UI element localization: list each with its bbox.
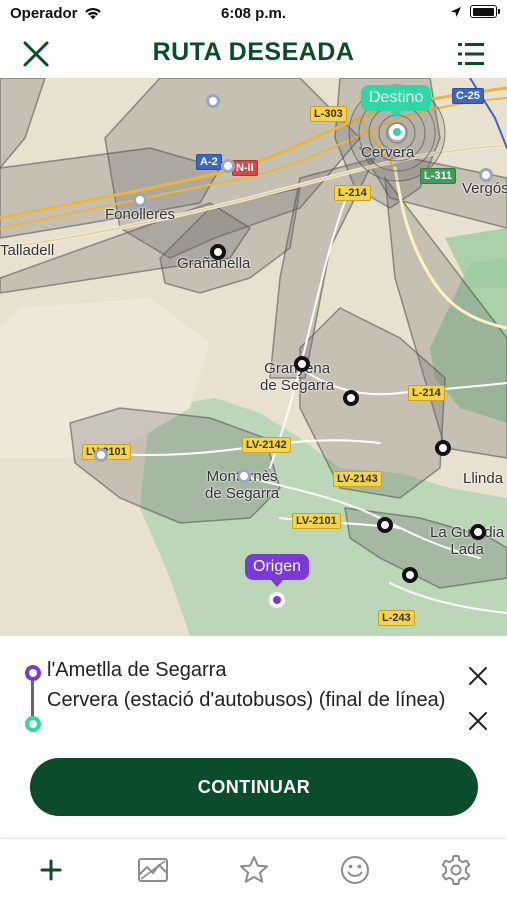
place-dot	[221, 159, 235, 173]
location-arrow-icon	[451, 6, 461, 17]
bus-stop-marker[interactable]	[435, 440, 451, 456]
battery-icon	[470, 5, 500, 18]
star-icon[interactable]	[237, 853, 271, 887]
origin-pin[interactable]: Origen	[245, 554, 310, 587]
road-badge-l243: L-243	[378, 610, 415, 626]
destination-marker[interactable]	[389, 124, 405, 140]
destination-pin[interactable]: Destino	[361, 85, 432, 118]
route-destination-text[interactable]: Cervera (estació d'autobusos) (final de …	[47, 686, 447, 714]
destination-pin-label: Destino	[369, 89, 424, 106]
bus-stop-marker[interactable]	[470, 524, 486, 540]
page-title: RUTA DESEADA	[152, 38, 355, 66]
bus-stop-marker[interactable]	[210, 244, 226, 260]
bus-stop-marker[interactable]	[377, 517, 393, 533]
status-bar: Operador 6:08 p.m.	[0, 0, 507, 28]
origin-dot-icon	[25, 665, 41, 681]
road-badge-lv2142: LV-2142	[242, 437, 291, 453]
route-origin-text[interactable]: l'Ametlla de Segarra	[47, 656, 226, 684]
continue-button[interactable]: CONTINUAR	[30, 758, 478, 816]
place-label-fonolleres: Fonolleres	[105, 206, 176, 223]
plus-icon[interactable]	[34, 853, 68, 887]
road-badge-l311: L-311	[420, 168, 457, 184]
place-dot	[237, 469, 251, 483]
ticket-map-icon[interactable]	[136, 853, 170, 887]
tab-bar	[0, 838, 507, 900]
place-label-la-guardia: La Guàrdia Lada	[430, 524, 504, 558]
road-badge-c25: C-25	[452, 88, 484, 104]
status-right	[450, 5, 500, 18]
bus-stop-marker[interactable]	[294, 356, 310, 372]
bus-stop-marker[interactable]	[343, 390, 359, 406]
road-badge-lv2101-mid: LV-2101	[292, 513, 341, 529]
destination-dot-icon	[25, 716, 41, 732]
remove-origin-close-icon[interactable]	[467, 665, 489, 687]
road-badge-l214-mid: L-214	[408, 385, 445, 401]
road-badge-l303: L-303	[310, 106, 347, 122]
origin-pin-label: Origen	[253, 558, 302, 575]
list-icon[interactable]	[455, 38, 487, 70]
origin-marker[interactable]	[269, 592, 285, 608]
bus-stop-marker[interactable]	[402, 567, 418, 583]
remove-destination-close-icon[interactable]	[467, 710, 489, 732]
road-badge-l214-top: L-214	[334, 185, 371, 201]
place-dot	[94, 448, 108, 462]
place-dot	[133, 193, 147, 207]
place-label-talladell: Talladell	[0, 242, 55, 259]
map[interactable]: Cervera Fonolleres Talladell Grañanella …	[0, 78, 507, 636]
status-time: 6:08 p.m.	[220, 5, 287, 22]
place-dot	[479, 168, 493, 182]
smile-icon[interactable]	[338, 853, 372, 887]
place-label-llinda: Llinda	[463, 470, 504, 487]
header: RUTA DESEADA	[0, 28, 507, 78]
place-dot	[206, 94, 220, 108]
place-label-vergos: Vergós	[462, 180, 507, 197]
place-label-cervera: Cervera	[361, 144, 415, 161]
road-badge-a2: A-2	[196, 154, 222, 170]
road-badge-n2: N-II	[232, 160, 258, 176]
gear-icon[interactable]	[439, 853, 473, 887]
road-badge-lv2143: LV-2143	[333, 471, 382, 487]
